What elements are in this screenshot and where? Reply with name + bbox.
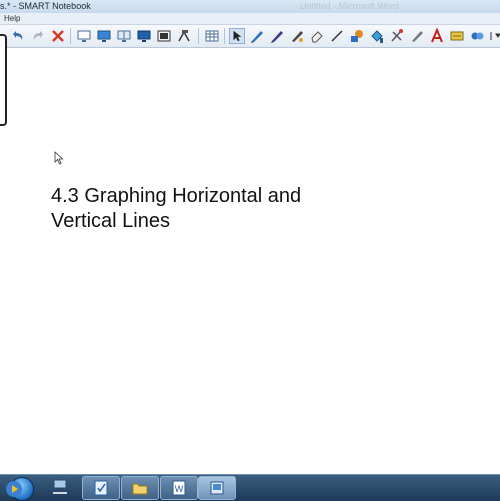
screen-shade-icon[interactable]	[76, 28, 92, 44]
redo-icon[interactable]	[30, 28, 46, 44]
toolbar-separator	[224, 28, 225, 44]
file-explorer-icon[interactable]	[121, 476, 159, 500]
delete-icon[interactable]	[50, 28, 66, 44]
notes-icon[interactable]	[82, 476, 120, 500]
highlighter-icon[interactable]	[449, 28, 465, 44]
line-icon[interactable]	[329, 28, 345, 44]
word-icon[interactable]: W	[160, 476, 198, 500]
window-title: s.* - SMART Notebook	[0, 1, 91, 11]
menu-bar: Help	[0, 13, 500, 25]
properties-icon[interactable]	[389, 28, 405, 44]
notebook-icon[interactable]	[198, 476, 236, 500]
toolbar-overflow-icon[interactable]	[487, 28, 500, 44]
text-icon[interactable]	[429, 28, 445, 44]
network-icon[interactable]	[44, 476, 76, 498]
capture-icon[interactable]	[156, 28, 172, 44]
full-screen-icon[interactable]	[96, 28, 112, 44]
pen-tool-icon[interactable]	[409, 28, 425, 44]
toolbar-separator	[70, 28, 71, 44]
magic-pen-icon[interactable]	[289, 28, 305, 44]
monitor-icon[interactable]	[136, 28, 152, 44]
heading-line-2: Vertical Lines	[51, 210, 170, 232]
toolbar	[0, 25, 500, 48]
shapes-icon[interactable]	[349, 28, 365, 44]
table-icon[interactable]	[204, 28, 220, 44]
more-icon[interactable]	[469, 28, 485, 44]
pen-icon[interactable]	[249, 28, 265, 44]
toolbar-separator	[198, 28, 199, 44]
page-heading[interactable]: 4.3 Graphing Horizontal and Vertical Lin…	[51, 184, 391, 234]
svg-text:W: W	[175, 484, 184, 494]
background-window-title: Untitled - Microsoft Word	[300, 1, 399, 11]
eraser-icon[interactable]	[309, 28, 325, 44]
window-titlebar: s.* - SMART Notebook Untitled - Microsof…	[0, 0, 500, 14]
document-camera-icon[interactable]	[176, 28, 192, 44]
heading-line-1: 4.3 Graphing Horizontal and	[51, 185, 302, 207]
creative-pen-icon[interactable]	[269, 28, 285, 44]
dual-page-icon[interactable]	[116, 28, 132, 44]
media-player-icon[interactable]	[0, 478, 28, 500]
mouse-cursor-icon	[54, 151, 64, 165]
select-icon[interactable]	[229, 28, 245, 44]
menu-help[interactable]: Help	[4, 13, 20, 24]
undo-icon[interactable]	[10, 28, 26, 44]
side-panel-tab[interactable]	[0, 34, 7, 126]
fill-icon[interactable]	[369, 28, 385, 44]
